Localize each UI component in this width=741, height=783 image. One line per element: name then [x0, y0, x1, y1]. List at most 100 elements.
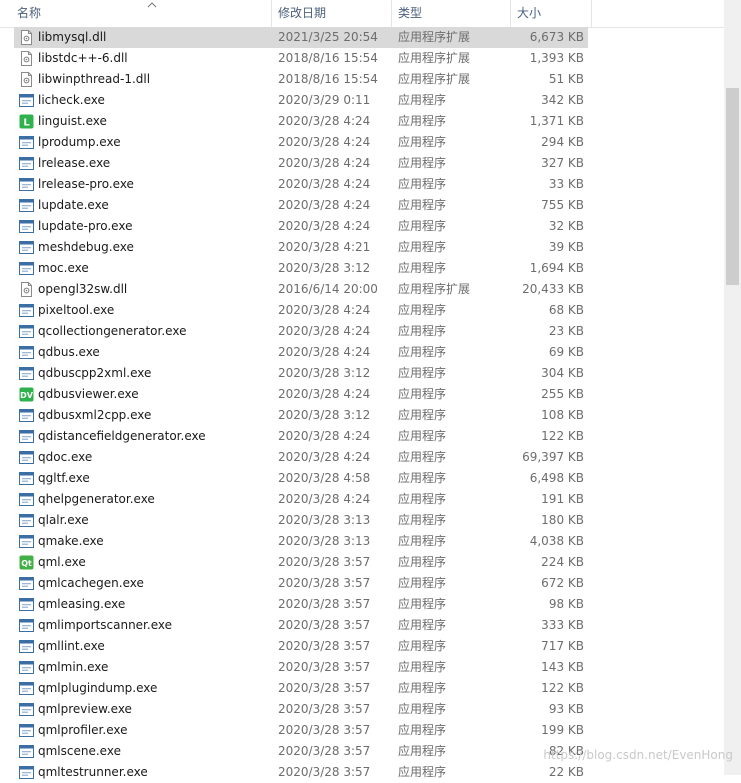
file-row[interactable]: qmlmin.exe 2020/3/28 3:57 应用程序 143 KB — [0, 657, 724, 678]
file-size: 122 KB — [541, 429, 584, 443]
exe-icon — [19, 618, 34, 633]
file-modified-date: 2020/3/28 3:13 — [278, 534, 371, 548]
exe-icon — [19, 177, 34, 192]
file-row[interactable]: qcollectiongenerator.exe 2020/3/28 4:24 应用… — [0, 321, 724, 342]
file-row[interactable]: libmysql.dll 2021/3/25 20:54 应用程序扩展 6,673 K… — [0, 27, 724, 48]
file-row[interactable]: qdistancefieldgenerator.exe 2020/3/28 4:2… — [0, 426, 724, 447]
scrollbar-thumb[interactable] — [726, 88, 739, 285]
file-row[interactable]: qmlplugindump.exe 2020/3/28 3:57 应用程序 122 K… — [0, 678, 724, 699]
file-row[interactable]: lprodump.exe 2020/3/28 4:24 应用程序 294 KB — [0, 132, 724, 153]
file-row[interactable]: lupdate.exe 2020/3/28 4:24 应用程序 755 KB — [0, 195, 724, 216]
exe-icon — [19, 429, 34, 444]
file-row[interactable]: opengl32sw.dll 2016/6/14 20:00 应用程序扩展 20,43… — [0, 279, 724, 300]
file-size: 93 KB — [548, 702, 584, 716]
file-size: 32 KB — [548, 219, 584, 233]
file-type: 应用程序 — [398, 324, 447, 338]
file-size: 20,433 KB — [522, 282, 584, 296]
column-header-type-label: 类型 — [398, 6, 423, 20]
file-row[interactable]: libstdc++-6.dll 2018/8/16 15:54 应用程序扩展 1,39… — [0, 48, 724, 69]
file-name: qlalr.exe — [38, 513, 89, 527]
file-row[interactable]: meshdebug.exe 2020/3/28 4:21 应用程序 39 KB — [0, 237, 724, 258]
exe-icon — [19, 534, 34, 549]
file-type: 应用程序 — [398, 429, 447, 443]
file-type: 应用程序 — [398, 639, 447, 653]
file-row[interactable]: qmlimportscanner.exe 2020/3/28 3:57 应用程序 33… — [0, 615, 724, 636]
dbusviewer-icon: DV — [19, 387, 34, 402]
file-row[interactable]: qgltf.exe 2020/3/28 4:58 应用程序 6,498 KB — [0, 468, 724, 489]
file-size: 180 KB — [541, 513, 584, 527]
exe-icon — [19, 765, 34, 780]
file-type: 应用程序 — [398, 303, 447, 317]
file-row[interactable]: qmlcachegen.exe 2020/3/28 3:57 应用程序 672 KB — [0, 573, 724, 594]
file-modified-date: 2020/3/28 4:58 — [278, 471, 371, 485]
file-modified-date: 2020/3/28 4:24 — [278, 198, 371, 212]
file-row[interactable]: qdbuscpp2xml.exe 2020/3/28 3:12 应用程序 304 KB — [0, 363, 724, 384]
file-size: 755 KB — [541, 198, 584, 212]
file-modified-date: 2020/3/28 3:12 — [278, 261, 371, 275]
exe-icon — [19, 744, 34, 759]
file-name: qcollectiongenerator.exe — [38, 324, 187, 338]
file-name: qmllint.exe — [38, 639, 105, 653]
file-name: pixeltool.exe — [38, 303, 115, 317]
column-header-name[interactable]: 名称 — [11, 0, 272, 27]
file-row[interactable]: qmllint.exe 2020/3/28 3:57 应用程序 717 KB — [0, 636, 724, 657]
file-row[interactable]: lrelease-pro.exe 2020/3/28 4:24 应用程序 33 KB — [0, 174, 724, 195]
file-name: qmltestrunner.exe — [38, 765, 148, 779]
file-row[interactable]: licheck.exe 2020/3/29 0:11 应用程序 342 KB — [0, 90, 724, 111]
file-row[interactable]: qmleasing.exe 2020/3/28 3:57 应用程序 98 KB — [0, 594, 724, 615]
file-row[interactable]: qdbus.exe 2020/3/28 4:24 应用程序 69 KB — [0, 342, 724, 363]
file-name: opengl32sw.dll — [38, 282, 128, 296]
file-type: 应用程序 — [398, 471, 447, 485]
file-modified-date: 2020/3/28 4:24 — [278, 177, 371, 191]
file-size: 1,694 KB — [529, 261, 584, 275]
file-name: qmlimportscanner.exe — [38, 618, 172, 632]
file-row[interactable]: qdoc.exe 2020/3/28 4:24 应用程序 69,397 KB — [0, 447, 724, 468]
file-modified-date: 2020/3/28 4:24 — [278, 492, 371, 506]
file-row[interactable]: qlalr.exe 2020/3/28 3:13 应用程序 180 KB — [0, 510, 724, 531]
file-name: lprodump.exe — [38, 135, 121, 149]
file-name: qmlscene.exe — [38, 744, 121, 758]
file-name: lupdate-pro.exe — [38, 219, 133, 233]
file-name: qmlmin.exe — [38, 660, 109, 674]
exe-icon — [19, 345, 34, 360]
file-row[interactable]: qhelpgenerator.exe 2020/3/28 4:24 应用程序 191 … — [0, 489, 724, 510]
exe-icon — [19, 219, 34, 234]
file-name: qgltf.exe — [38, 471, 90, 485]
file-name: qdbuscpp2xml.exe — [38, 366, 152, 380]
file-row[interactable]: moc.exe 2020/3/28 3:12 应用程序 1,694 KB — [0, 258, 724, 279]
file-modified-date: 2020/3/28 3:57 — [278, 660, 371, 674]
file-size: 199 KB — [541, 723, 584, 737]
column-header-date[interactable]: 修改日期 — [272, 0, 392, 27]
file-row[interactable]: qdbusxml2cpp.exe 2020/3/28 3:12 应用程序 108 KB — [0, 405, 724, 426]
file-row[interactable]: DV qdbusviewer.exe 2020/3/28 4:24 应用程序 255 K… — [0, 384, 724, 405]
file-size: 255 KB — [541, 387, 584, 401]
exe-icon — [19, 471, 34, 486]
file-modified-date: 2020/3/28 3:57 — [278, 702, 371, 716]
file-modified-date: 2020/3/28 3:57 — [278, 765, 371, 779]
file-type: 应用程序 — [398, 93, 447, 107]
file-row[interactable]: Llinguist.exe 2020/3/28 4:24 应用程序 1,371 KB — [0, 111, 724, 132]
file-modified-date: 2020/3/28 4:24 — [278, 303, 371, 317]
column-header-type[interactable]: 类型 — [392, 0, 511, 27]
file-row[interactable]: qmake.exe 2020/3/28 3:13 应用程序 4,038 KB — [0, 531, 724, 552]
file-row[interactable]: lupdate-pro.exe 2020/3/28 4:24 应用程序 32 KB — [0, 216, 724, 237]
file-row[interactable]: lrelease.exe 2020/3/28 4:24 应用程序 327 KB — [0, 153, 724, 174]
file-size: 69,397 KB — [522, 450, 584, 464]
file-row[interactable]: qmltestrunner.exe 2020/3/28 3:57 应用程序 22 KB — [0, 762, 724, 783]
file-size: 98 KB — [548, 597, 584, 611]
file-name: qhelpgenerator.exe — [38, 492, 155, 506]
file-row[interactable]: Qt qml.exe 2020/3/28 3:57 应用程序 224 KB — [0, 552, 724, 573]
file-row[interactable]: pixeltool.exe 2020/3/28 4:24 应用程序 68 KB — [0, 300, 724, 321]
file-modified-date: 2020/3/28 4:24 — [278, 156, 371, 170]
file-name: libwinpthread-1.dll — [38, 72, 151, 86]
column-header-size[interactable]: 大小 — [511, 0, 592, 27]
exe-icon — [19, 156, 34, 171]
file-row[interactable]: qmlpreview.exe 2020/3/28 3:57 应用程序 93 KB — [0, 699, 724, 720]
file-type: 应用程序 — [398, 366, 447, 380]
file-row[interactable]: libwinpthread-1.dll 2018/8/16 15:54 应用程序扩展… — [0, 69, 724, 90]
exe-icon — [19, 198, 34, 213]
file-row[interactable]: qmlprofiler.exe 2020/3/28 3:57 应用程序 199 KB — [0, 720, 724, 741]
file-type: 应用程序 — [398, 345, 447, 359]
file-type: 应用程序 — [398, 576, 447, 590]
file-modified-date: 2020/3/28 3:57 — [278, 723, 371, 737]
